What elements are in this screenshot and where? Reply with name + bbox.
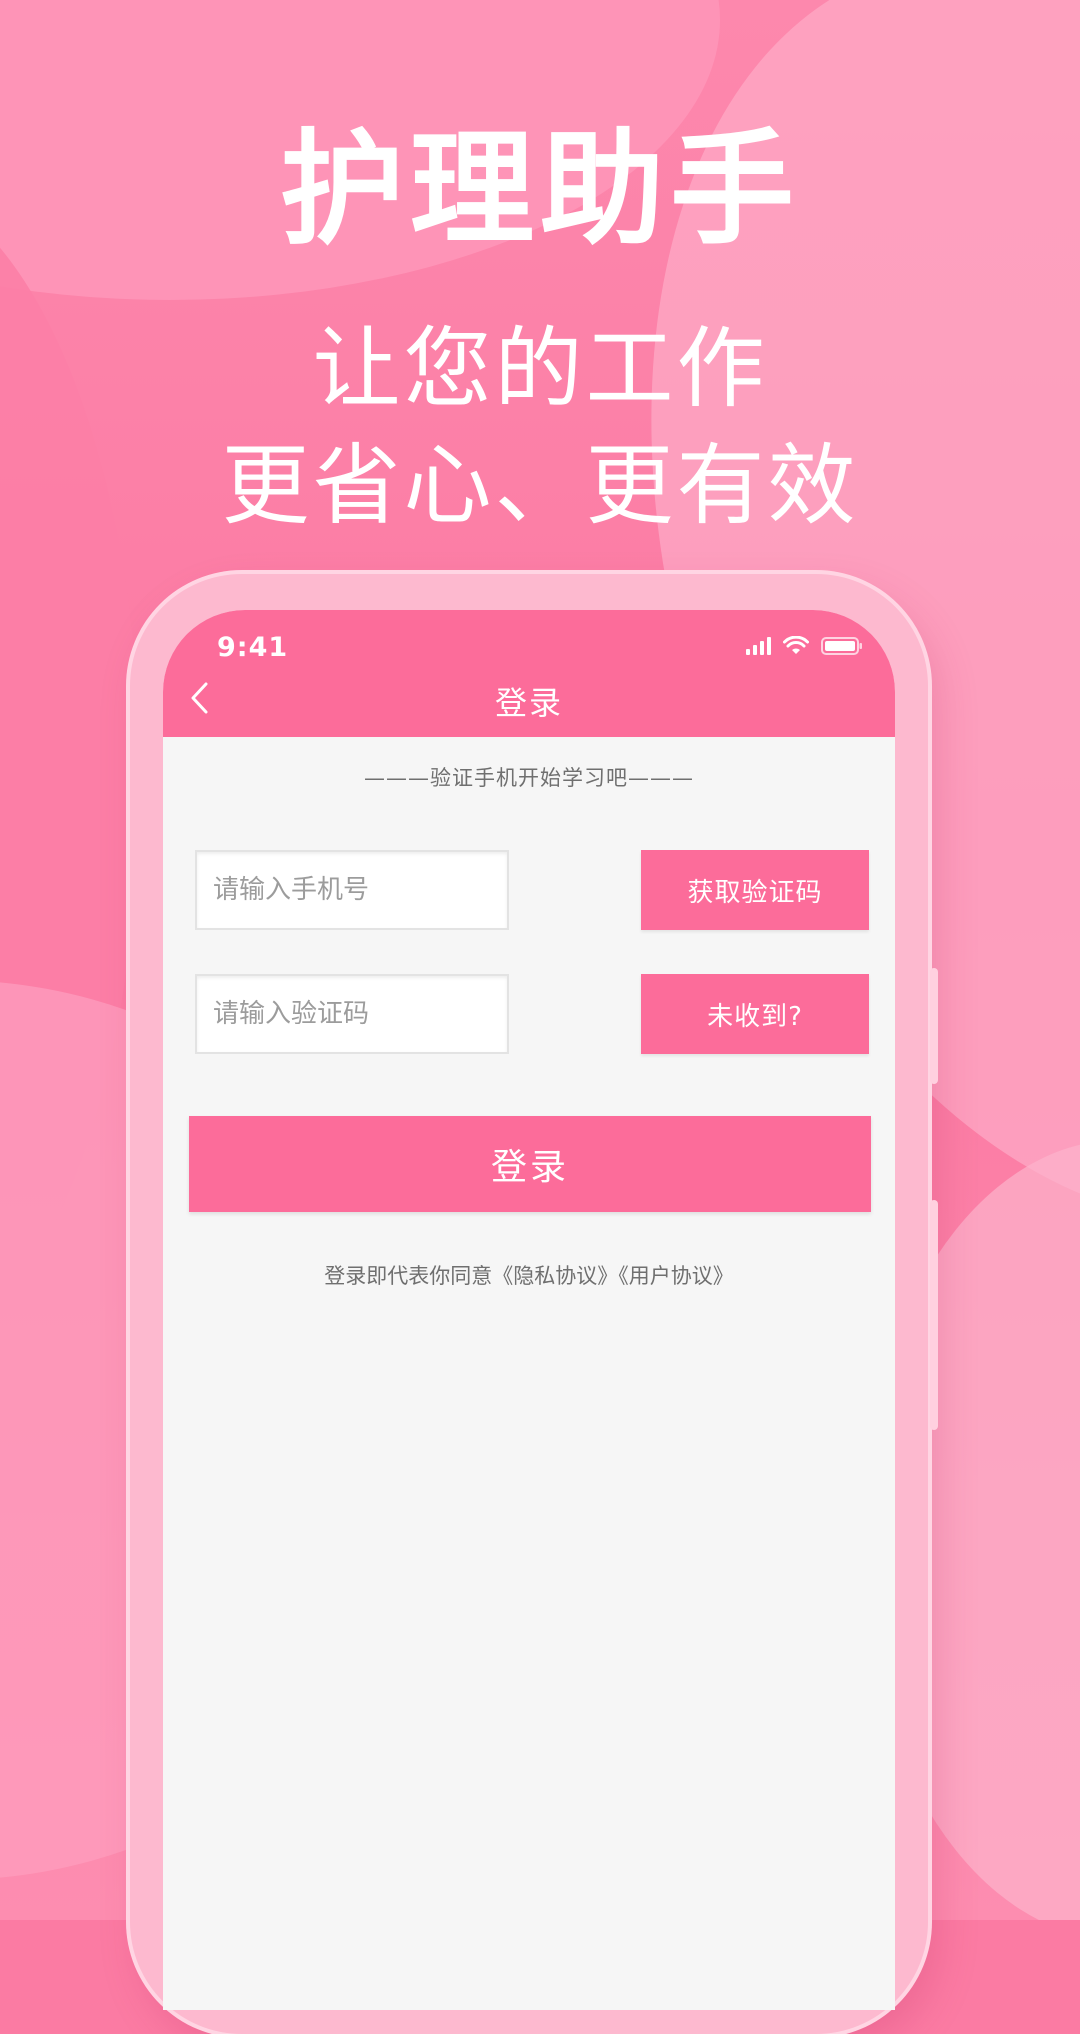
signal-icon [746, 637, 771, 655]
login-button[interactable]: 登录 [189, 1116, 871, 1212]
wifi-icon [783, 636, 809, 656]
status-icons [746, 636, 863, 656]
hero-tagline-line-2: 更省心、更有效 [221, 434, 859, 537]
phone-number-input[interactable] [197, 852, 507, 928]
form-subtitle: ———验证手机开始学习吧——— [364, 766, 694, 790]
phone-side-button [930, 1200, 938, 1430]
user-agreement-link[interactable]: 《用户协议》 [618, 1264, 734, 1288]
phone-input-wrapper [195, 850, 509, 930]
agreement-prefix: 登录即代表你同意 [324, 1264, 493, 1288]
code-input-wrapper [195, 974, 509, 1054]
verification-code-input[interactable] [197, 976, 507, 1052]
get-verification-code-button[interactable]: 获取验证码 [641, 850, 869, 930]
app-header: 9:41 登录 [163, 610, 895, 737]
hero-title: 护理助手 [279, 118, 800, 262]
phone-side-button [930, 968, 938, 1084]
not-received-button[interactable]: 未收到? [641, 974, 869, 1054]
agreement-text: 登录即代表你同意《隐私协议》《用户协议》 [163, 1260, 895, 1290]
status-time: 9:41 [217, 632, 289, 663]
battery-icon [821, 636, 863, 656]
privacy-agreement-link[interactable]: 《隐私协议》 [492, 1264, 618, 1288]
phone-screen: 9:41 登录 ———验证手机开始学习吧——— 请输入手机号 获取验证码 请输入… [163, 610, 895, 2010]
hero-tagline-line-1: 让您的工作 [312, 317, 768, 420]
page-title: 登录 [494, 684, 563, 722]
